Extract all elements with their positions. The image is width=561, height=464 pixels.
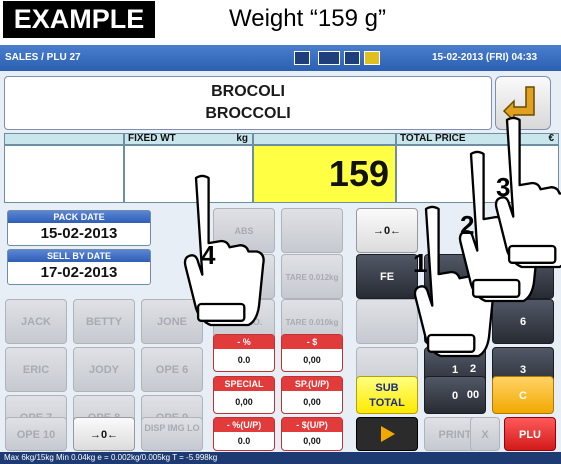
- instruction-overlay: 4 1 2 3: [183, 116, 561, 358]
- hand-number-3: 3: [496, 172, 510, 202]
- hand-number-4: 4: [201, 240, 216, 270]
- hand-number-1: 1: [413, 248, 427, 278]
- hand-number-2: 2: [460, 210, 474, 240]
- hand-pointer-4: [183, 174, 265, 327]
